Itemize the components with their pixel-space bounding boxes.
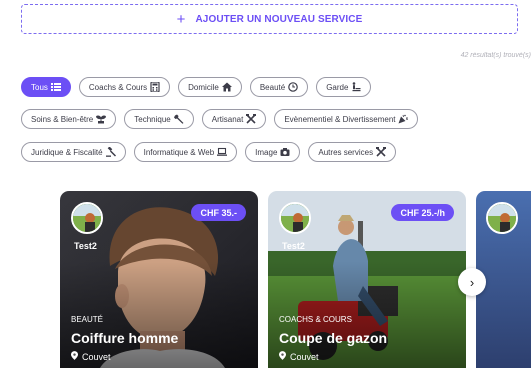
child-icon xyxy=(351,82,361,92)
filter-chip-autres-services[interactable]: Autres services xyxy=(308,142,397,162)
filter-chip-label: Artisanat xyxy=(211,114,244,124)
filter-chip-label: Coachs & Cours xyxy=(88,82,148,92)
carousel-next-button[interactable]: › xyxy=(458,268,486,296)
filter-chip-label: Evènementiel & Divertissement xyxy=(284,114,396,124)
card-location: Couvet xyxy=(279,351,319,362)
service-card[interactable]: Test2 CHF 25.-/h COACHS & COURS Coupe de… xyxy=(268,191,466,368)
filter-chip-domicile[interactable]: Domicile xyxy=(178,77,242,97)
home-icon xyxy=(221,82,232,92)
filter-chip-label: Informatique & Web xyxy=(143,147,215,157)
location-text: Couvet xyxy=(290,351,319,362)
tools-icon xyxy=(376,147,387,157)
filter-chip-evenementiel[interactable]: Evènementiel & Divertissement xyxy=(274,109,419,129)
results-count: 42 résultat(s) trouvé(s) xyxy=(460,52,531,59)
add-service-button[interactable]: + AJOUTER UN NOUVEAU SERVICE xyxy=(21,4,518,34)
filter-row-3: Juridique & Fiscalité Informatique & Web… xyxy=(21,142,531,162)
filter-chip-garde[interactable]: Garde xyxy=(316,77,372,97)
owner-name: Test2 xyxy=(282,241,305,251)
wrench-icon xyxy=(173,114,184,124)
avatar xyxy=(279,202,311,234)
filter-chip-label: Autres services xyxy=(318,147,374,157)
filter-chip-informatique-web[interactable]: Informatique & Web xyxy=(133,142,238,162)
add-service-label: AJOUTER UN NOUVEAU SERVICE xyxy=(195,13,363,25)
filter-chip-artisanat[interactable]: Artisanat xyxy=(201,109,267,129)
filter-row-2: Soins & Bien-être Technique Artisanat Ev… xyxy=(21,109,531,129)
chevron-right-icon: › xyxy=(469,274,475,290)
filter-chip-technique[interactable]: Technique xyxy=(124,109,194,129)
tools-icon xyxy=(246,114,257,124)
filter-chip-label: Soins & Bien-être xyxy=(31,114,94,124)
filter-chip-image[interactable]: Image xyxy=(245,142,301,162)
price-badge: CHF 25.-/h xyxy=(391,204,454,221)
card-category: COACHS & COURS xyxy=(279,315,352,324)
filter-chip-beaute[interactable]: Beauté xyxy=(249,77,309,97)
filter-chip-label: Image xyxy=(255,147,278,157)
camera-icon xyxy=(280,147,290,157)
card-title: Coiffure homme xyxy=(71,330,179,346)
location-pin-icon xyxy=(71,351,78,362)
plant-icon xyxy=(96,114,107,124)
location-pin-icon xyxy=(279,351,286,362)
filter-chip-label: Juridique & Fiscalité xyxy=(31,147,103,157)
card-category: BEAUTÉ xyxy=(71,315,104,324)
filter-chip-tous[interactable]: Tous xyxy=(21,77,71,97)
party-icon xyxy=(398,114,409,124)
clock-icon xyxy=(288,82,298,92)
gavel-icon xyxy=(105,147,116,157)
service-card[interactable]: Test2 CHF 35.- BEAUTÉ Coiffure homme Cou… xyxy=(60,191,258,368)
avatar xyxy=(71,202,103,234)
laptop-icon xyxy=(217,147,228,157)
filter-chip-juridique-fiscalite[interactable]: Juridique & Fiscalité xyxy=(21,142,126,162)
price-badge: CHF 35.- xyxy=(191,204,246,221)
grid-list-icon xyxy=(50,82,61,92)
card-title: Coupe de gazon xyxy=(279,330,388,346)
card-location: Couvet xyxy=(71,351,111,362)
location-text: Couvet xyxy=(82,351,111,362)
owner-name: Test2 xyxy=(74,241,97,251)
filter-chip-label: Domicile xyxy=(188,82,219,92)
plus-icon: + xyxy=(176,10,186,28)
filter-chip-coachs-cours[interactable]: Coachs & Cours xyxy=(78,77,171,97)
filter-row-1: Tous Coachs & Cours Domicile Beauté Gard… xyxy=(21,77,531,97)
filter-chip-label: Beauté xyxy=(259,82,286,92)
filter-chip-label: Tous xyxy=(31,82,48,92)
filter-chip-label: Garde xyxy=(326,82,349,92)
avatar xyxy=(486,202,518,234)
filter-chip-label: Technique xyxy=(134,114,171,124)
filter-chip-soins-bien-etre[interactable]: Soins & Bien-être xyxy=(21,109,117,129)
calculator-icon xyxy=(150,82,160,92)
